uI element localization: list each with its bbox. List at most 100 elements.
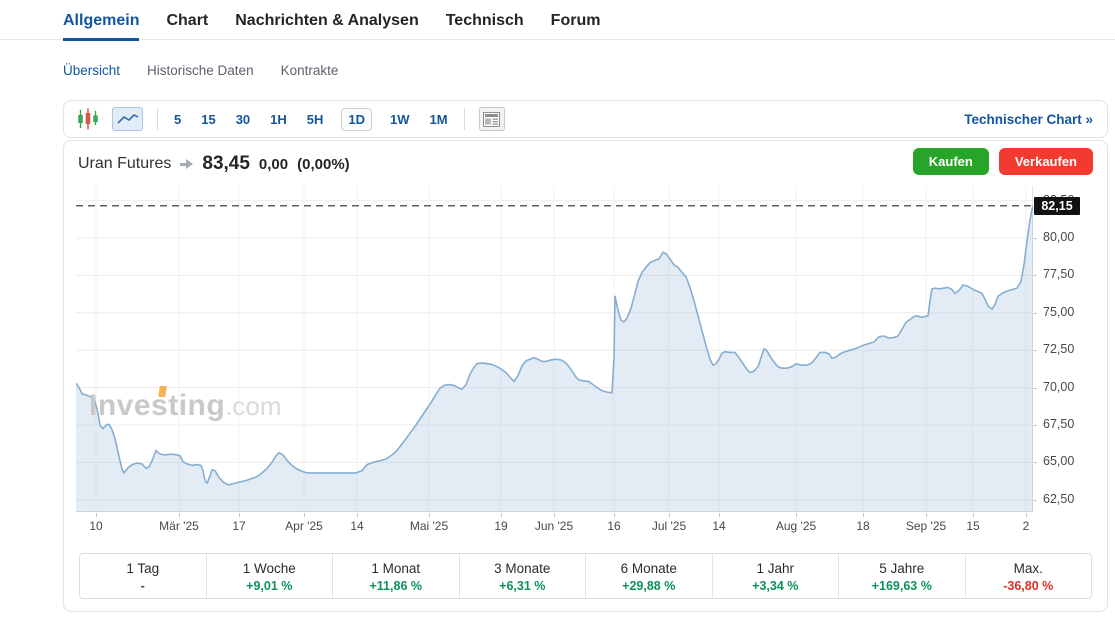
perf-change-value: -36,80 %: [966, 579, 1092, 593]
interval-1d[interactable]: 1D: [341, 108, 372, 131]
y-tick-label: 72,50: [1043, 342, 1074, 356]
perf-period-label: 3 Monate: [460, 561, 586, 576]
interval-5[interactable]: 5: [172, 109, 183, 130]
interval-1w[interactable]: 1W: [388, 109, 412, 130]
interval-30[interactable]: 30: [234, 109, 252, 130]
perf-change-value: +29,88 %: [586, 579, 712, 593]
x-axis: 10Mär '2517Apr '2514Mai '2519Jun '2516Ju…: [76, 513, 1033, 535]
tab-forum[interactable]: Forum: [551, 12, 601, 41]
tab-technisch[interactable]: Technisch: [446, 12, 524, 41]
tab-nachrichten-analysen[interactable]: Nachrichten & Analysen: [235, 12, 418, 41]
chart-card: Uran Futures 83,45 0,00 (0,00%) Kaufen V…: [63, 140, 1108, 612]
x-tick-label: Jun '25: [535, 519, 573, 533]
plot-area[interactable]: Investing.com: [76, 186, 1033, 512]
instrument-price: 83,45: [202, 153, 250, 175]
x-tick-label: 2: [1023, 519, 1030, 533]
y-tick: [1033, 388, 1037, 389]
y-tick-label: 75,00: [1043, 305, 1074, 319]
perf-change-value: +11,86 %: [333, 579, 459, 593]
x-tick-label: 14: [712, 519, 725, 533]
x-tick: [179, 513, 180, 517]
line-chart-icon[interactable]: [112, 107, 143, 131]
tab-chart[interactable]: Chart: [166, 12, 208, 41]
x-tick-label: Apr '25: [285, 519, 323, 533]
y-tick: [1033, 313, 1037, 314]
instrument-name: Uran Futures: [78, 155, 171, 173]
sub-nav: Übersicht Historische Daten Kontrakte: [63, 63, 338, 78]
x-tick-label: Jul '25: [652, 519, 686, 533]
subnav-item-historische-daten[interactable]: Historische Daten: [147, 63, 254, 78]
performance-table: 1 Tag -1 Woche +9,01 %1 Monat +11,86 %3 Mon…: [79, 553, 1092, 599]
interval-1h[interactable]: 1H: [268, 109, 289, 130]
x-tick: [96, 513, 97, 517]
perf-change-value: +3,34 %: [713, 579, 839, 593]
perf-period-label: 1 Woche: [207, 561, 333, 576]
x-tick: [429, 513, 430, 517]
x-tick: [357, 513, 358, 517]
y-tick-label: 65,00: [1043, 454, 1074, 468]
interval-5h[interactable]: 5H: [305, 109, 326, 130]
sell-button[interactable]: Verkaufen: [999, 148, 1093, 175]
x-tick-label: 10: [89, 519, 102, 533]
subnav-item-übersicht[interactable]: Übersicht: [63, 63, 120, 78]
current-price-badge: 82,15: [1034, 197, 1080, 215]
y-tick: [1033, 500, 1037, 501]
y-tick: [1033, 238, 1037, 239]
x-tick-label: Mai '25: [410, 519, 448, 533]
x-tick: [669, 513, 670, 517]
trade-buttons: Kaufen Verkaufen: [913, 148, 1093, 175]
perf-cell-3-monate: 3 Monate+6,31 %: [459, 554, 586, 598]
technical-chart-link[interactable]: Technischer Chart »: [964, 112, 1093, 127]
perf-period-label: Max.: [966, 561, 1092, 576]
x-tick: [1026, 513, 1027, 517]
y-tick-label: 70,00: [1043, 380, 1074, 394]
news-layout-icon[interactable]: [479, 107, 505, 131]
perf-period-label: 5 Jahre: [839, 561, 965, 576]
perf-period-label: 1 Tag: [80, 561, 206, 576]
buy-button[interactable]: Kaufen: [913, 148, 989, 175]
x-tick: [614, 513, 615, 517]
y-tick-label: 80,00: [1043, 230, 1074, 244]
perf-cell-6-monate: 6 Monate +29,88 %: [585, 554, 712, 598]
perf-cell-1-woche: 1 Woche +9,01 %: [206, 554, 333, 598]
instrument-header: Uran Futures 83,45 0,00 (0,00%): [78, 149, 350, 179]
instrument-change-percent: (0,00%): [297, 156, 350, 173]
x-tick: [501, 513, 502, 517]
perf-change-value: -: [80, 579, 206, 593]
price-chart: Investing.com 82,5080,0077,5075,0072,507…: [64, 186, 1107, 536]
x-tick-label: 15: [966, 519, 979, 533]
y-tick: [1033, 275, 1037, 276]
x-tick-label: 16: [607, 519, 620, 533]
chart-toolbar: 5 15 30 1H 5H 1D 1W 1M Technischer Chart »: [63, 100, 1108, 138]
x-tick-label: Sep '25: [906, 519, 946, 533]
candlestick-chart-icon[interactable]: [76, 107, 100, 131]
y-axis: 82,5080,0077,5075,0072,5070,0067,5065,00…: [1033, 186, 1107, 512]
toolbar-divider: [464, 108, 465, 130]
tab-allgemein[interactable]: Allgemein: [63, 12, 139, 41]
perf-cell-5-jahre: 5 Jahre+169,63 %: [838, 554, 965, 598]
x-tick: [239, 513, 240, 517]
interval-15[interactable]: 15: [199, 109, 217, 130]
interval-1m[interactable]: 1M: [428, 109, 450, 130]
main-tab-bar: Allgemein Chart Nachrichten & Analysen Tech…: [0, 0, 1115, 40]
x-tick: [926, 513, 927, 517]
perf-period-label: 6 Monate: [586, 561, 712, 576]
x-tick-label: 14: [350, 519, 363, 533]
perf-cell-max: Max. -36,80 %: [965, 554, 1092, 598]
y-tick: [1033, 350, 1037, 351]
x-tick-label: Aug '25: [776, 519, 816, 533]
x-tick-label: 18: [856, 519, 869, 533]
y-tick: [1033, 425, 1037, 426]
x-tick: [796, 513, 797, 517]
perf-change-value: +9,01 %: [207, 579, 333, 593]
perf-cell-1-jahr: 1 Jahr+3,34 %: [712, 554, 839, 598]
x-tick-label: 19: [494, 519, 507, 533]
subnav-item-kontrakte[interactable]: Kontrakte: [281, 63, 339, 78]
x-tick: [554, 513, 555, 517]
x-tick: [863, 513, 864, 517]
perf-period-label: 1 Monat: [333, 561, 459, 576]
y-tick: [1033, 462, 1037, 463]
y-tick-label: 62,50: [1043, 492, 1074, 506]
instrument-change: 0,00: [259, 156, 288, 173]
interval-buttons: 5 15 30 1H 5H 1D 1W 1M: [172, 108, 450, 131]
